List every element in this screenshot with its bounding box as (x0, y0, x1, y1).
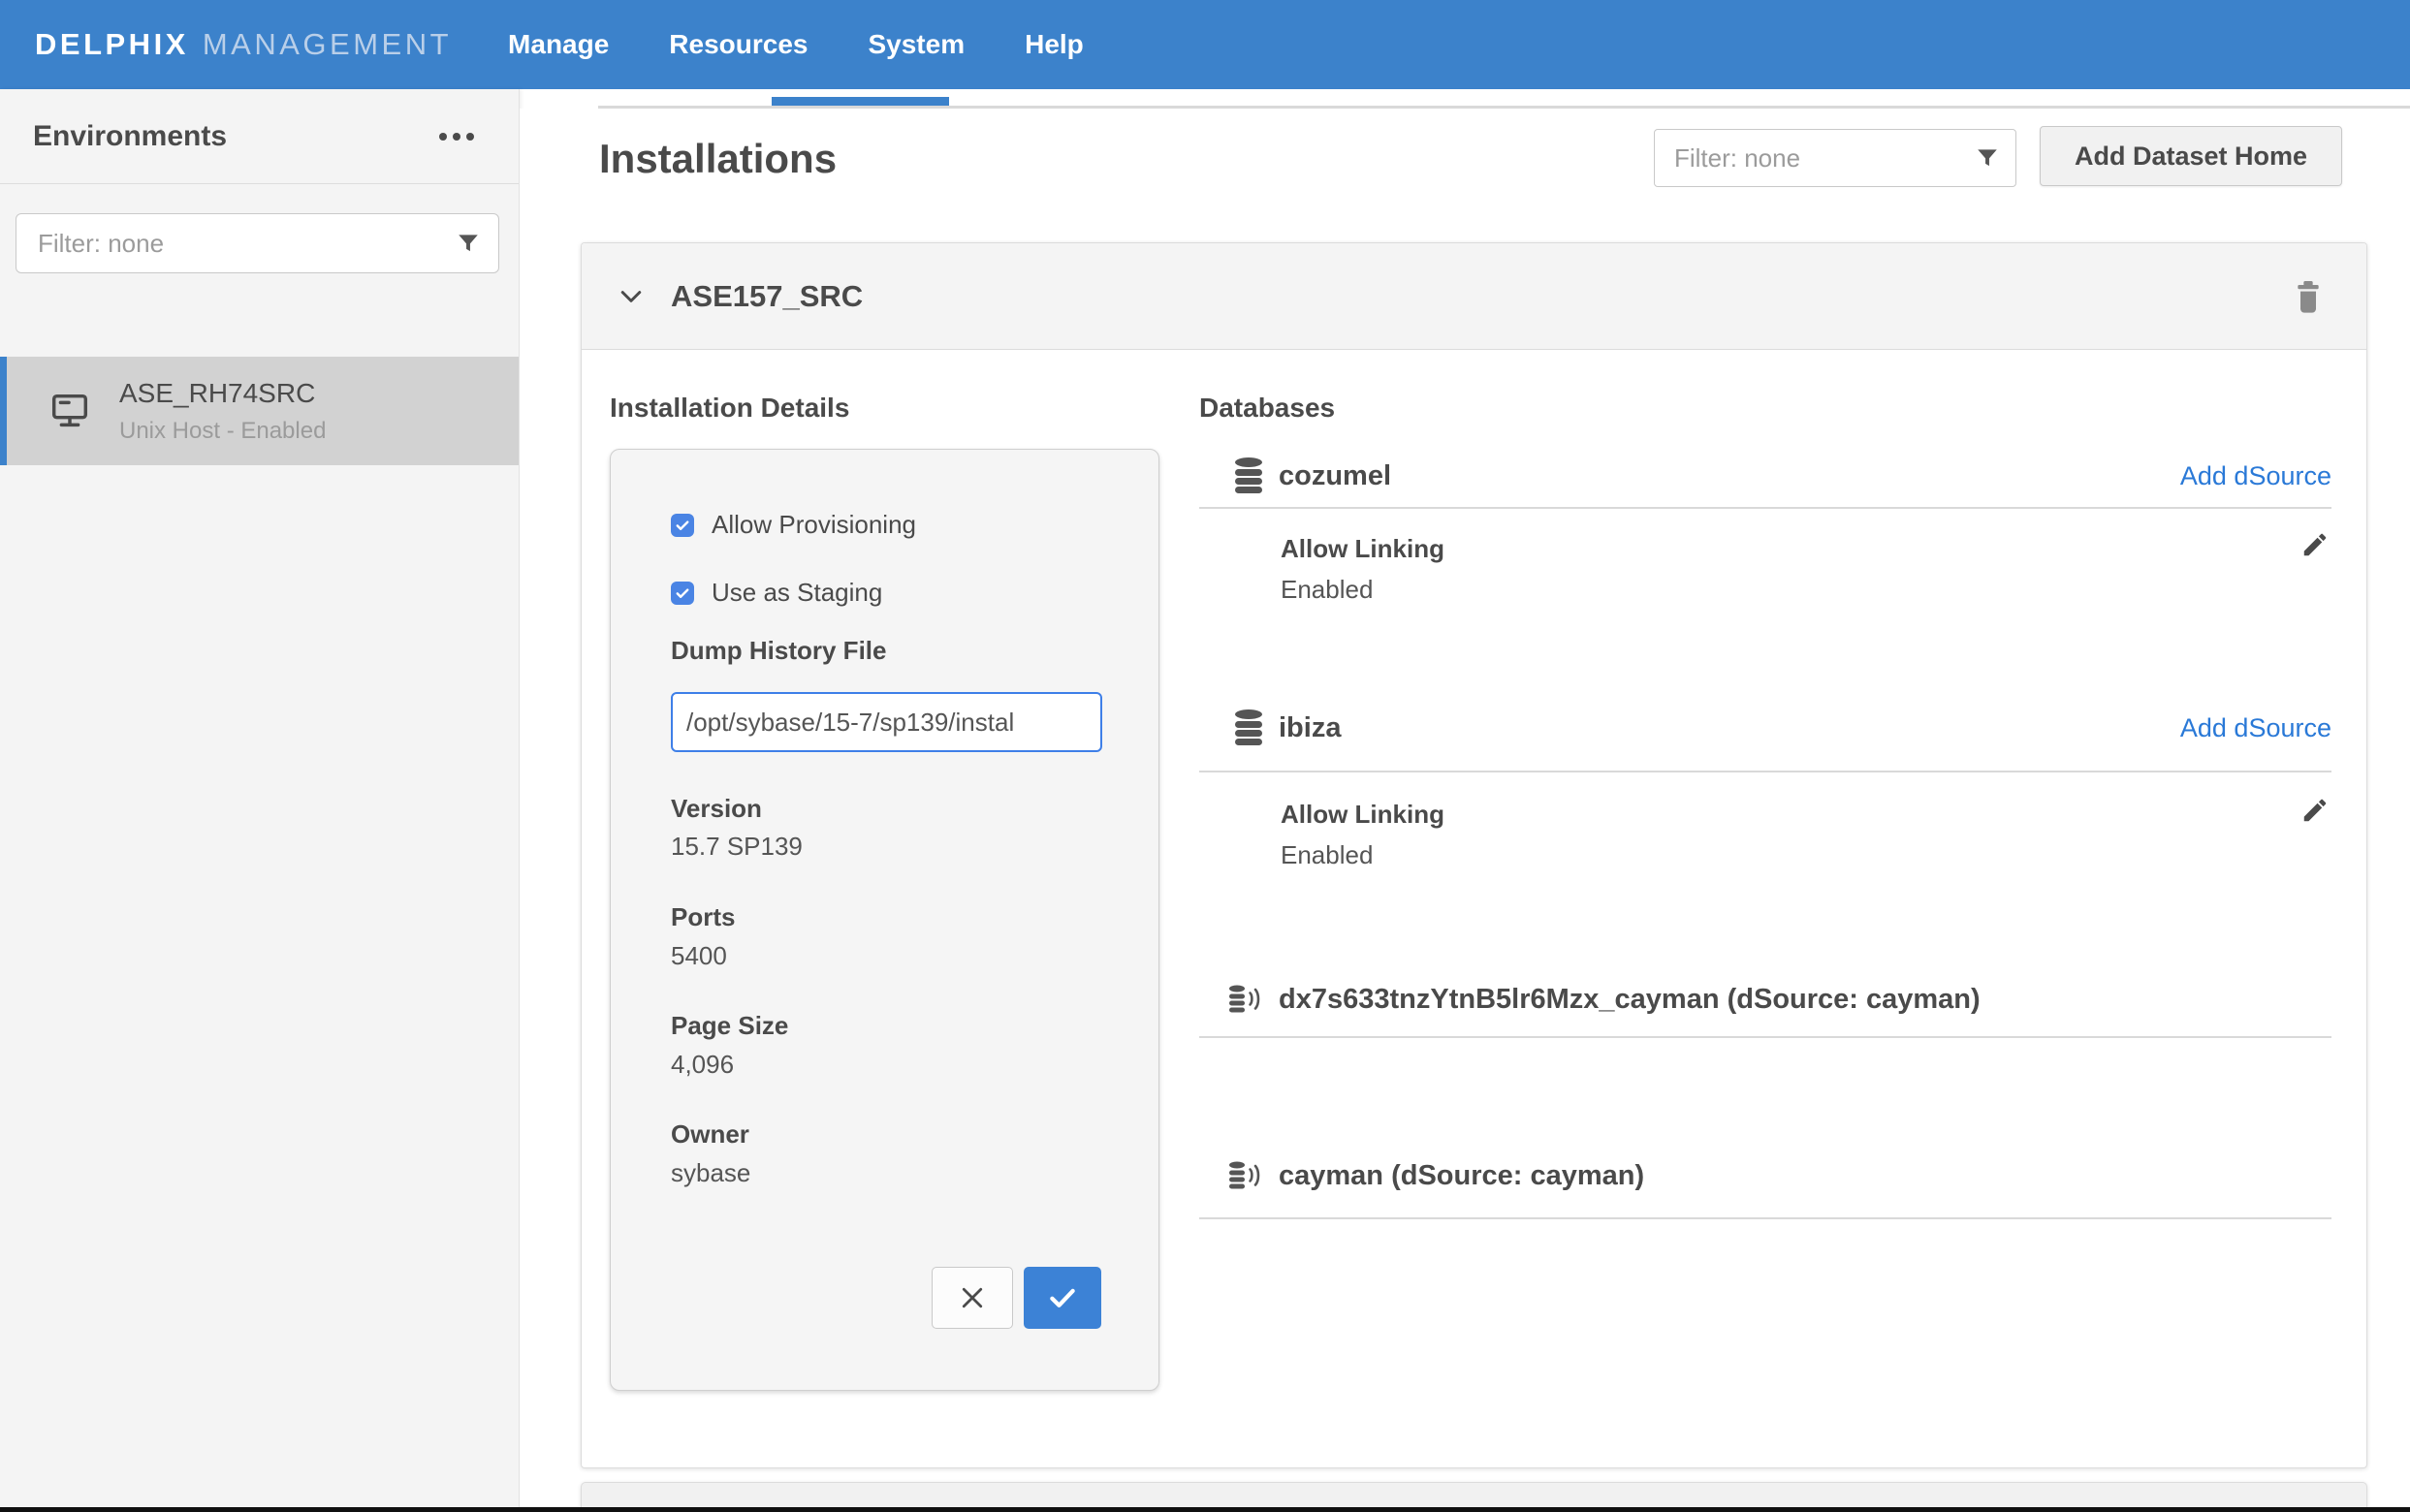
installations-filter-input[interactable] (1674, 143, 1975, 173)
edit-pencil-icon[interactable] (2300, 796, 2330, 830)
allow-provisioning-checkbox[interactable] (671, 514, 694, 537)
dsource-icon (1228, 1161, 1263, 1190)
main-content: Installations Add Dataset Home ASE157_SR… (520, 109, 2410, 1512)
database-name: ibiza (1279, 712, 1341, 744)
installation-details-heading: Installation Details (610, 393, 849, 424)
databases-heading: Databases (1199, 393, 1335, 424)
brand-primary: DELPHIX (35, 27, 189, 62)
dsource-row[interactable]: dx7s633tnzYtnB5lr6Mzx_cayman (dSource: c… (1199, 972, 2331, 1026)
bottom-screen-edge-bar (0, 1507, 2410, 1512)
installations-filter (1654, 129, 2016, 187)
dump-history-file-input[interactable] (671, 692, 1102, 752)
host-icon (48, 389, 92, 433)
version-value: 15.7 SP139 (671, 832, 803, 862)
installation-panel: ASE157_SRC Installation Details (581, 242, 2367, 1468)
allow-linking-label: Allow Linking (1281, 534, 1444, 564)
sidebar-title: Environments (33, 120, 227, 153)
page-size-label: Page Size (671, 1011, 788, 1041)
dsource-icon (1228, 985, 1263, 1014)
environments-sidebar: Environments ASE_RH74SRC Unix Host - Ena… (0, 89, 520, 1512)
use-as-staging-row: Use as Staging (671, 578, 882, 608)
installation-panel-header[interactable]: ASE157_SRC (582, 243, 2366, 350)
sidebar-header: Environments (0, 89, 519, 184)
use-as-staging-checkbox[interactable] (671, 582, 694, 605)
allow-linking-value: Enabled (1281, 840, 1373, 870)
dsource-name: cayman (dSource: cayman) (1279, 1160, 1644, 1192)
version-label: Version (671, 794, 762, 824)
allow-linking-value: Enabled (1281, 575, 1373, 605)
page-title: Installations (599, 136, 837, 182)
database-icon (1234, 457, 1263, 494)
nav-item-resources[interactable]: Resources (669, 29, 808, 60)
confirm-button[interactable] (1024, 1267, 1101, 1329)
edit-pencil-icon[interactable] (2300, 530, 2330, 564)
row-divider (1199, 771, 2331, 772)
owner-label: Owner (671, 1119, 749, 1150)
database-row-cozumel[interactable]: cozumel Add dSource (1199, 449, 2331, 503)
dump-history-file-label: Dump History File (671, 636, 886, 666)
database-row-ibiza[interactable]: ibiza Add dSource (1199, 701, 2331, 755)
add-dataset-home-button[interactable]: Add Dataset Home (2040, 126, 2342, 186)
sidebar-filter-input[interactable] (38, 229, 456, 259)
database-name: cozumel (1279, 460, 1391, 492)
ports-value: 5400 (671, 941, 727, 971)
use-as-staging-label: Use as Staging (712, 578, 882, 608)
add-dsource-link[interactable]: Add dSource (2180, 461, 2331, 491)
add-dsource-link[interactable]: Add dSource (2180, 713, 2331, 743)
row-divider (1199, 1036, 2331, 1038)
filter-funnel-icon[interactable] (456, 231, 481, 256)
row-divider (1199, 1217, 2331, 1219)
allow-provisioning-row: Allow Provisioning (671, 510, 916, 540)
filter-funnel-icon[interactable] (1975, 145, 2000, 171)
page-size-value: 4,096 (671, 1050, 734, 1080)
installation-panel-body: Installation Details Allow Provisioning … (582, 350, 2366, 1468)
allow-linking-label: Allow Linking (1281, 800, 1444, 830)
ports-label: Ports (671, 902, 735, 932)
dsource-name: dx7s633tnzYtnB5lr6Mzx_cayman (dSource: c… (1279, 984, 1981, 1016)
owner-value: sybase (671, 1158, 750, 1188)
nav-menu: Manage Resources System Help (508, 29, 1084, 60)
brand-logo: DELPHIX MANAGEMENT (35, 27, 452, 62)
environment-name: ASE_RH74SRC (119, 378, 326, 409)
installation-details-card: Allow Provisioning Use as Staging Dump H… (610, 449, 1159, 1391)
nav-item-manage[interactable]: Manage (508, 29, 609, 60)
sidebar-item-environment[interactable]: ASE_RH74SRC Unix Host - Enabled (0, 357, 519, 465)
database-icon (1234, 709, 1263, 746)
row-divider (1199, 507, 2331, 509)
sidebar-filter (16, 213, 499, 273)
nav-item-help[interactable]: Help (1025, 29, 1084, 60)
active-tab-indicator[interactable] (772, 97, 949, 106)
trash-icon[interactable] (2293, 279, 2324, 314)
chevron-down-icon[interactable] (617, 282, 646, 311)
top-nav: DELPHIX MANAGEMENT Manage Resources Syst… (0, 0, 2410, 89)
ellipsis-menu-icon[interactable] (437, 125, 476, 148)
allow-provisioning-label: Allow Provisioning (712, 510, 916, 540)
environment-text: ASE_RH74SRC Unix Host - Enabled (119, 378, 326, 445)
installation-title: ASE157_SRC (671, 279, 863, 314)
nav-item-system[interactable]: System (868, 29, 965, 60)
dsource-row[interactable]: cayman (dSource: cayman) (1199, 1149, 2331, 1203)
brand-secondary: MANAGEMENT (203, 27, 452, 62)
environment-status: Unix Host - Enabled (119, 418, 326, 445)
cancel-button[interactable] (932, 1267, 1013, 1329)
